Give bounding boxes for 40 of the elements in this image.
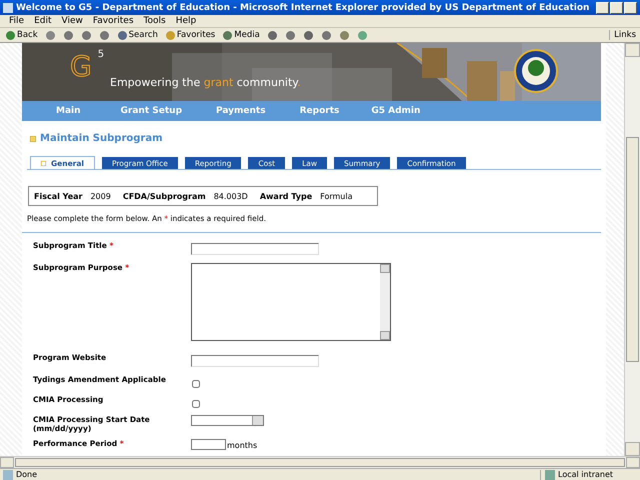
seal-icon bbox=[514, 49, 558, 93]
window-title: Welcome to G5 - Department of Education - Microsoft Internet Explorer provided by US Department of Education bbox=[16, 2, 590, 12]
menu-item[interactable]: File bbox=[4, 16, 30, 26]
menu-item[interactable]: Tools bbox=[138, 16, 171, 26]
toolbar-button[interactable]: Favorites bbox=[162, 30, 218, 40]
text-field[interactable] bbox=[191, 355, 319, 367]
tagline: Empowering the grant community. bbox=[110, 76, 301, 89]
info-label: Award Type bbox=[260, 192, 312, 200]
status-text: Done bbox=[16, 470, 38, 479]
toolbar-button[interactable]: Search bbox=[114, 30, 160, 40]
logo-superscript: 5 bbox=[98, 49, 104, 60]
toolbar-button[interactable]: Media bbox=[220, 30, 262, 40]
bullet-icon bbox=[30, 136, 36, 142]
checkbox[interactable] bbox=[192, 400, 200, 408]
number-field[interactable] bbox=[191, 439, 226, 450]
menu-item[interactable]: Help bbox=[170, 16, 202, 26]
text-area[interactable] bbox=[191, 263, 391, 341]
menu-item[interactable]: Edit bbox=[29, 16, 56, 26]
menu-item[interactable]: View bbox=[56, 16, 88, 26]
links-button[interactable]: Links bbox=[609, 30, 640, 40]
checkbox[interactable] bbox=[192, 380, 200, 388]
info-label: Fiscal Year bbox=[34, 192, 82, 200]
date-field[interactable] bbox=[191, 415, 264, 426]
menu-item[interactable]: Favorites bbox=[88, 16, 139, 26]
tab-bullet-icon bbox=[41, 160, 46, 166]
page-title: Maintain Subprogram bbox=[40, 133, 162, 144]
minimize-button[interactable] bbox=[596, 2, 609, 14]
info-value: Formula bbox=[320, 192, 353, 200]
toolbar-button[interactable]: Back bbox=[3, 30, 40, 40]
horizontal-scrollbar[interactable] bbox=[0, 456, 640, 468]
maximize-button[interactable] bbox=[610, 2, 623, 14]
logo-letter: G bbox=[69, 49, 93, 85]
info-value: 2009 bbox=[90, 192, 111, 200]
vertical-scrollbar[interactable] bbox=[624, 43, 640, 456]
zone-text: Local intranet bbox=[558, 470, 614, 479]
unit-label: months bbox=[227, 441, 258, 450]
text-field[interactable] bbox=[191, 243, 319, 255]
close-button[interactable] bbox=[624, 2, 637, 14]
info-value: 84.003D bbox=[214, 192, 248, 200]
info-label: CFDA/Subprogram bbox=[122, 192, 206, 200]
